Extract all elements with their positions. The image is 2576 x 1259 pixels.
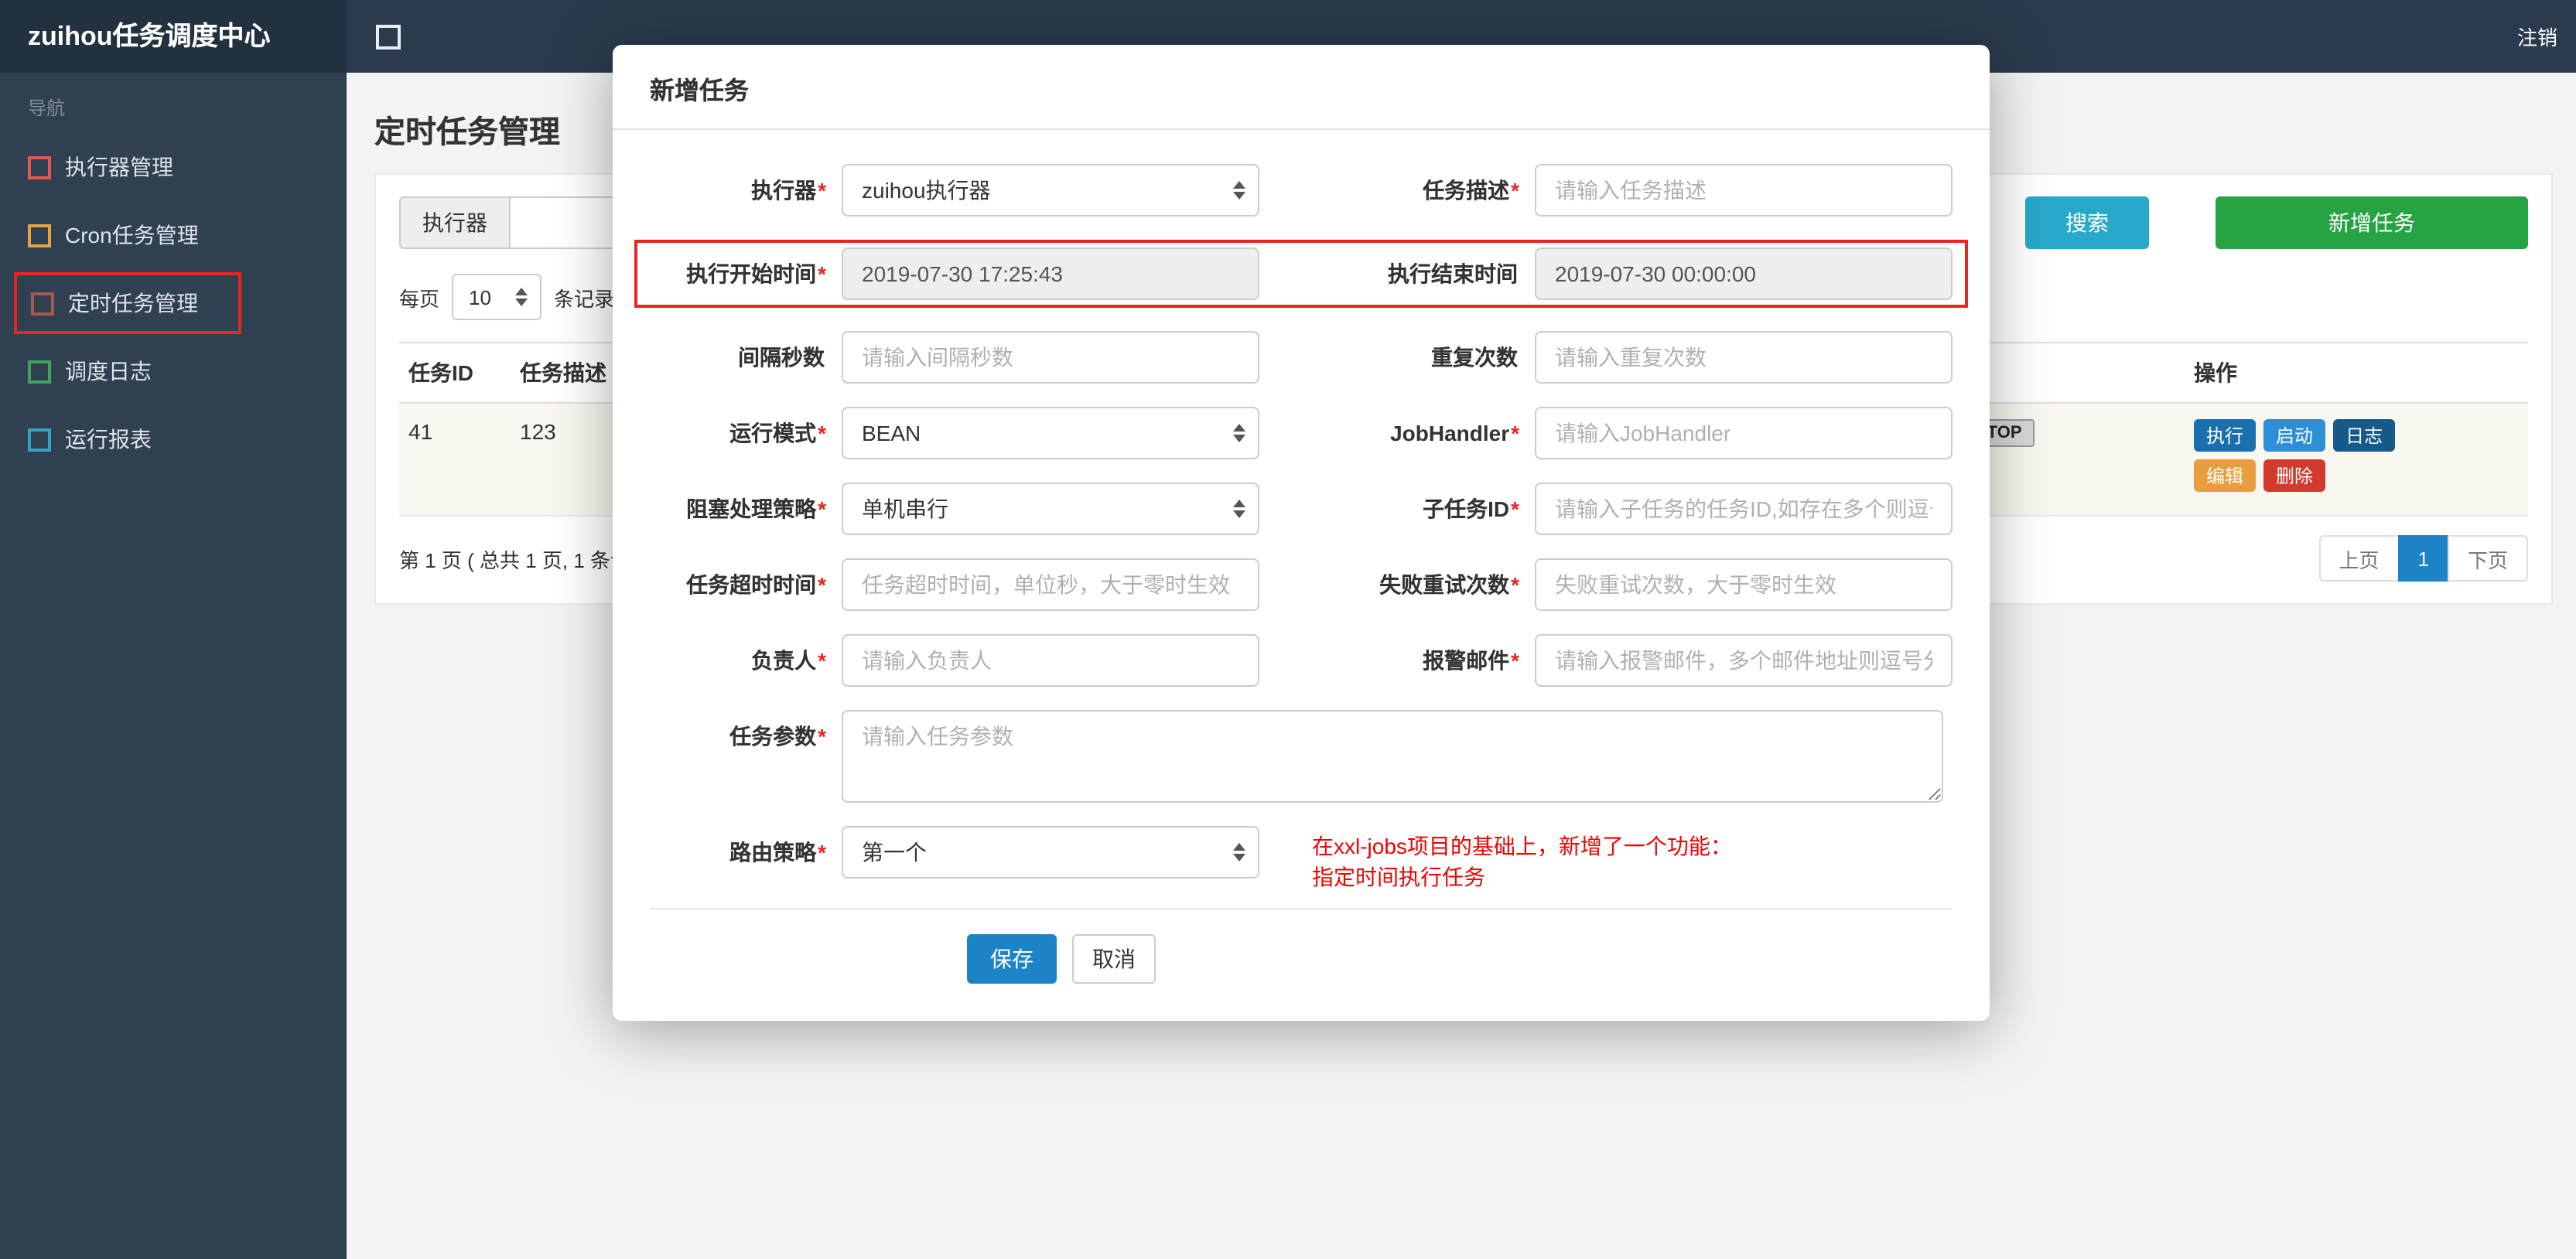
cell-task-id: 41 [399,403,511,517]
child-task-label: 子任务ID * [1423,496,1519,521]
end-time-input[interactable] [1535,247,1952,300]
interval-input[interactable] [842,331,1259,384]
run-mode-label: 运行模式 * [729,421,826,445]
prev-page-button[interactable]: 上页 [2318,535,2400,582]
form-row: 阻塞处理策略 * 单机串行 子任务ID * [650,483,1952,535]
run-mode-select[interactable]: BEAN [842,407,1259,459]
form-row: 任务参数 * [650,710,1952,803]
start-time-label: 执行开始时间 * [686,261,826,286]
executor-select[interactable]: zuihou执行器 [842,164,1259,217]
add-task-button[interactable]: 新增任务 [2216,196,2528,249]
cell-actions: 执行 启动 日志 编辑 删除 [2185,403,2528,517]
alarm-email-input[interactable] [1535,634,1952,687]
edit-button[interactable]: 编辑 [2194,459,2257,492]
jobhandler-label: JobHandler * [1390,421,1519,445]
interval-label: 间隔秒数 [738,345,825,370]
repeat-count-label: 重复次数 [1431,345,1518,370]
add-task-modal: 新增任务 执行器 * zuihou执行器 任务描述 * 请输入任务描述 执行开始… [613,45,1990,1021]
end-time-label: 执行结束时间 [1388,261,1518,286]
child-task-input[interactable] [1535,483,1952,535]
cancel-button[interactable]: 取消 [1072,934,1156,984]
exec-button[interactable]: 执行 [2194,419,2257,452]
col-task-id[interactable]: 任务ID [399,342,511,404]
block-strategy-select[interactable]: 单机串行 [842,483,1259,535]
start-time-input[interactable] [842,247,1259,300]
sidebar-item-cron-task-management[interactable]: Cron任务管理 [0,204,347,266]
select-arrows-icon [515,288,528,306]
route-strategy-label: 路由策略 * [729,840,826,865]
timeout-label: 任务超时时间 * [686,572,826,597]
task-params-label: 任务参数 * [729,724,826,749]
sidebar-item-label: 调度日志 [65,359,152,384]
executor-icon [28,155,51,179]
per-page-suffix: 条记录 [554,287,615,310]
sidebar-item-label: 执行器管理 [65,155,173,179]
alarm-email-label: 报警邮件 * [1423,648,1519,673]
annotation-box-datetime: 执行开始时间* 执行结束时间 [634,240,1968,308]
col-actions[interactable]: 操作 [2185,342,2528,404]
scheduled-task-icon [31,292,54,315]
owner-input[interactable] [842,634,1259,687]
retry-count-label: 失败重试次数 * [1379,572,1519,597]
form-row: 任务超时时间* 失败重试次数* [650,558,1952,611]
run-report-icon [28,428,51,451]
modal-header: 新增任务 [613,45,1990,130]
form-row: 执行器 * zuihou执行器 任务描述 * [650,164,1952,217]
sidebar: 导航 执行器管理 Cron任务管理 定时任务管理 调度日志 运行报表 [0,0,347,1259]
log-button[interactable]: 日志 [2333,419,2396,452]
repeat-count-input[interactable] [1535,331,1952,384]
modal-footer: 保存 取消 [613,909,1990,1021]
jobhandler-input[interactable] [1535,407,1952,459]
select-arrows-icon [1233,843,1245,862]
sidebar-item-label: 定时任务管理 [68,291,198,316]
nav-section-label: 导航 [28,97,66,119]
task-desc-label: 任务描述 * [1423,178,1519,203]
executor-filter-label: 执行器 [399,196,509,249]
cron-icon [28,223,51,247]
dispatch-log-icon [28,360,51,383]
sidebar-toggle-icon[interactable] [376,24,401,49]
form-row: 运行模式 * BEAN JobHandler * [650,407,1952,459]
next-page-button[interactable]: 下页 [2447,535,2528,582]
task-desc-input[interactable] [1535,164,1952,217]
logout-button[interactable]: 注销 [2517,22,2576,51]
sidebar-item-scheduled-task-management[interactable]: 定时任务管理 [17,275,198,331]
sidebar-item-executor-management[interactable]: 执行器管理 [0,136,347,198]
feature-note: 在xxl-jobs项目的基础上，新增了一个功能： 指定时间执行任务 [1312,834,1732,889]
executor-label: 执行器 * [751,178,826,203]
select-arrows-icon [1233,500,1245,518]
start-button[interactable]: 启动 [2263,419,2326,452]
route-strategy-select[interactable]: 第一个 [842,826,1259,879]
form-row: 间隔秒数 重复次数 [650,331,1952,384]
block-strategy-label: 阻塞处理策略 * [686,496,826,521]
select-arrows-icon [1233,424,1245,442]
per-page-prefix: 每页 [399,287,440,310]
task-params-textarea[interactable] [842,710,1943,803]
sidebar-item-label: 运行报表 [65,427,152,452]
delete-button[interactable]: 删除 [2263,459,2326,492]
retry-count-input[interactable] [1535,558,1952,611]
form-row: 路由策略 * 第一个 在xxl-jobs项目的基础上，新增了一个功能： 指定时间执… [650,826,1952,892]
sidebar-item-run-report[interactable]: 运行报表 [0,408,347,470]
search-button[interactable]: 搜索 [2025,196,2149,249]
sidebar-item-label: Cron任务管理 [65,223,199,247]
select-arrows-icon [1233,181,1245,200]
save-button[interactable]: 保存 [967,934,1057,984]
modal-body: 执行器* zuihou执行器 任务描述* 执行开始时间* [613,130,1990,892]
owner-label: 负责人 * [751,648,826,673]
pager: 上页 1 下页 [2318,535,2528,582]
timeout-input[interactable] [842,558,1259,611]
sidebar-item-dispatch-log[interactable]: 调度日志 [0,340,347,402]
modal-title: 新增任务 [650,79,750,105]
app-logo: zuihou任务调度中心 [0,0,347,73]
page-1-button[interactable]: 1 [2397,535,2449,582]
annotation-box-sidebar: 定时任务管理 [14,272,241,334]
form-row: 负责人* 报警邮件* [650,634,1952,687]
page-size-select[interactable]: 10 [452,274,542,320]
form-row: 执行开始时间* 执行结束时间 [650,247,1952,300]
